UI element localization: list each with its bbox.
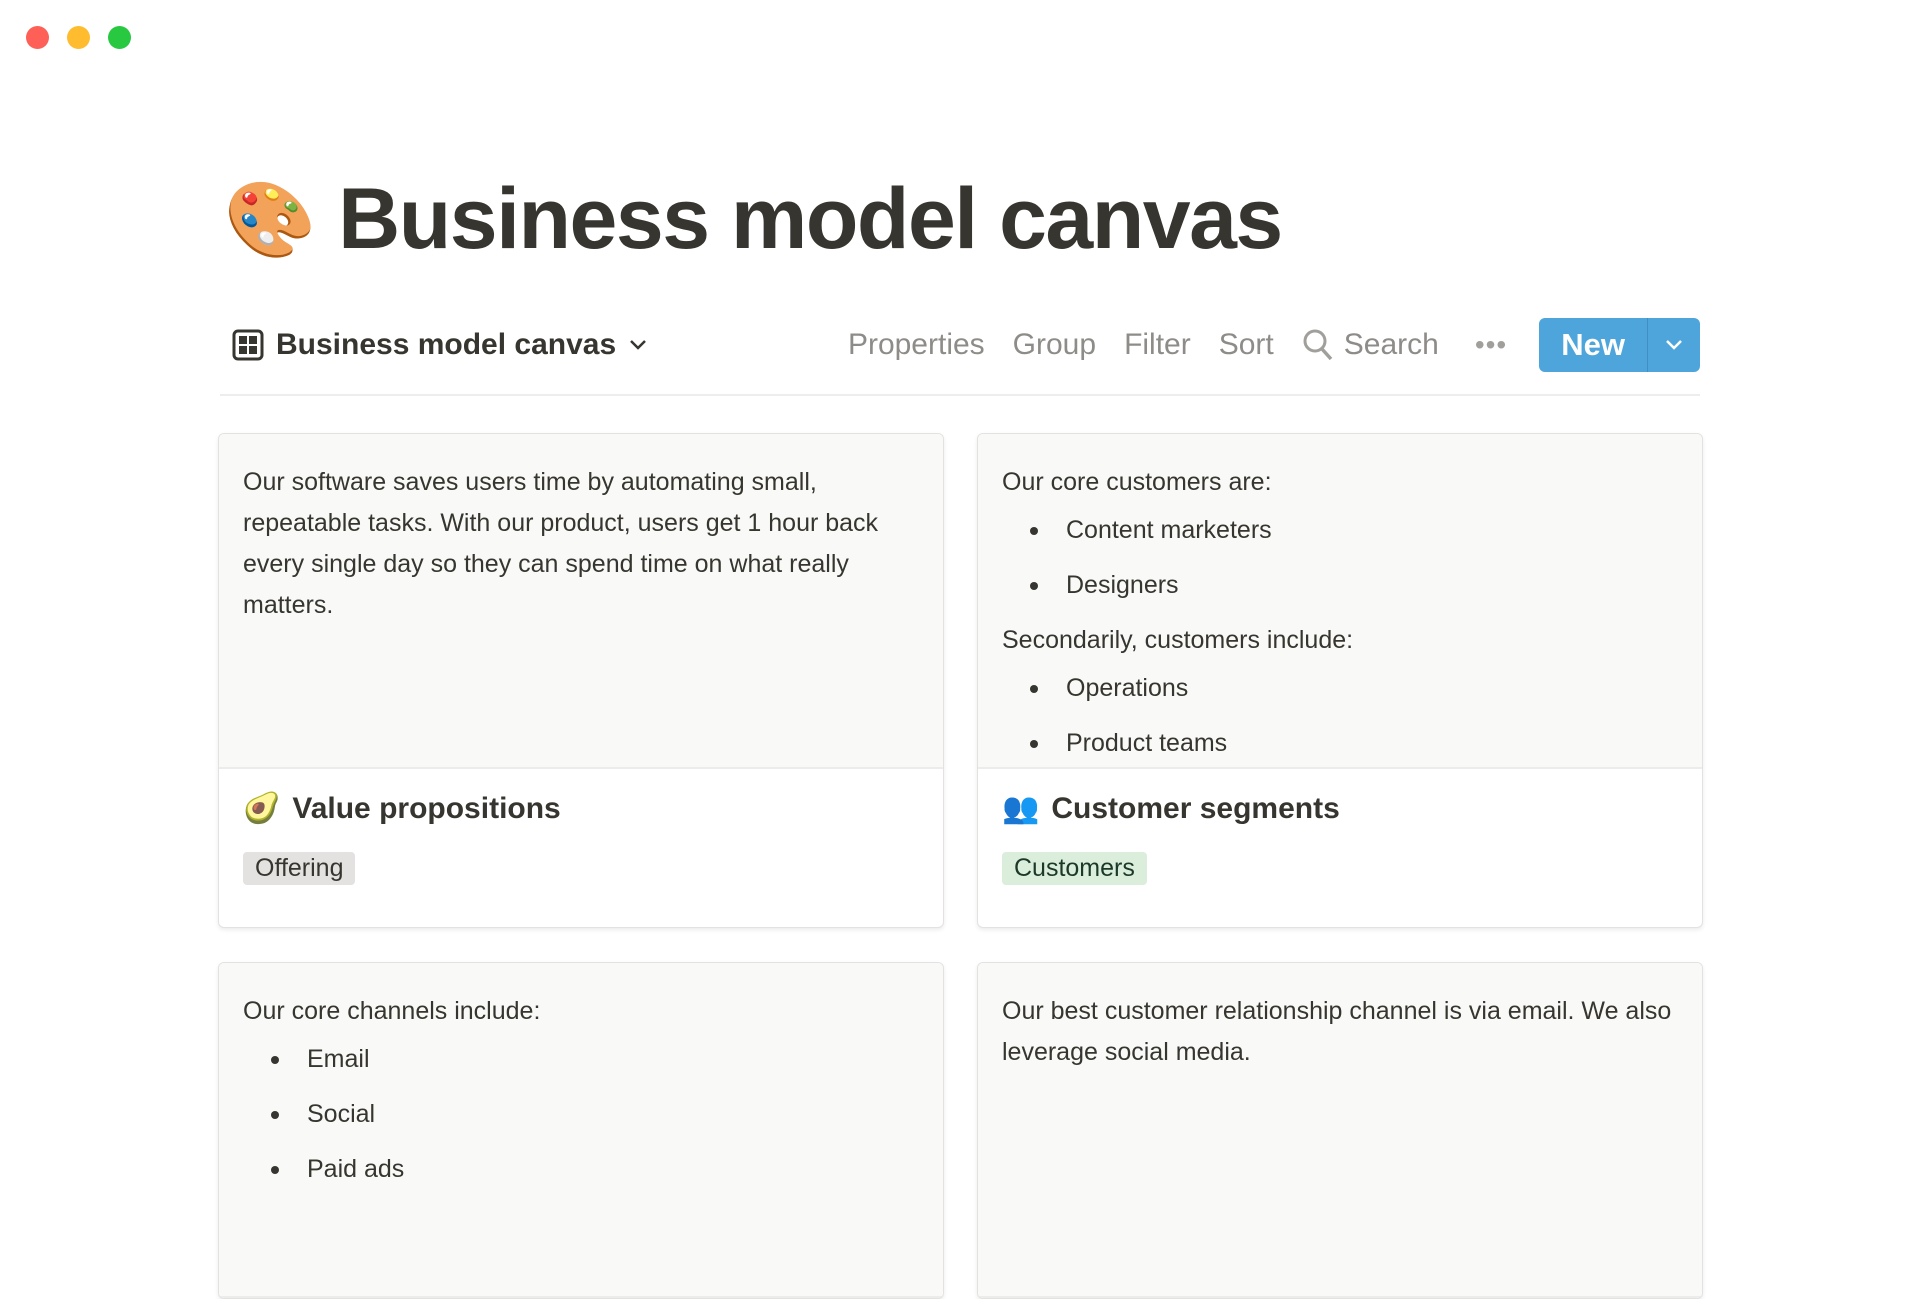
card-preview: Our core customers are: Content marketer… <box>978 434 1702 769</box>
people-icon: 👥 <box>1002 792 1040 825</box>
new-button[interactable]: New <box>1539 318 1648 372</box>
list-item: Paid ads <box>267 1149 919 1190</box>
tag-offering: Offering <box>243 852 356 885</box>
more-options-icon[interactable]: ••• <box>1453 329 1529 361</box>
sort-button[interactable]: Sort <box>1205 328 1288 362</box>
card-title-text: Value propositions <box>292 791 561 825</box>
minimize-window-button[interactable] <box>67 26 90 49</box>
chevron-down-icon <box>1666 340 1682 350</box>
page-title: Business model canvas <box>338 171 1283 267</box>
group-button[interactable]: Group <box>999 328 1110 362</box>
gallery-card-customer-segments[interactable]: Our core customers are: Content marketer… <box>977 433 1703 928</box>
card-preview: Our core channels include: Email Social Pa… <box>219 963 943 1298</box>
list-item: Product teams <box>1026 723 1678 764</box>
card-preview: Our software saves users time by automat… <box>219 434 943 769</box>
list-item: Designers <box>1026 565 1678 606</box>
properties-button[interactable]: Properties <box>834 328 999 362</box>
preview-text: Our core customers are: <box>1002 468 1272 496</box>
new-button-group: New <box>1539 318 1700 372</box>
preview-text: Our core channels include: <box>243 997 541 1025</box>
tag-customers: Customers <box>1002 852 1147 885</box>
database-toolbar: Business model canvas Properties Group F… <box>220 318 1700 396</box>
list-item: Content marketers <box>1026 510 1678 551</box>
card-preview: Our best customer relationship channel i… <box>978 963 1702 1298</box>
avocado-icon: 🥑 <box>243 792 281 825</box>
search-button[interactable]: Search <box>1288 328 1453 362</box>
view-name: Business model canvas <box>276 328 617 361</box>
preview-text: Secondarily, customers include: <box>1002 626 1354 654</box>
filter-button[interactable]: Filter <box>1110 328 1205 362</box>
window-controls <box>26 26 131 49</box>
list-item: Social <box>267 1094 919 1135</box>
view-selector[interactable]: Business model canvas <box>232 318 648 372</box>
gallery-icon <box>232 329 264 361</box>
card-title: 👥 Customer segments <box>1002 791 1678 826</box>
new-dropdown-button[interactable] <box>1648 318 1700 372</box>
card-title: 🥑 Value propositions <box>243 791 919 826</box>
list-item: Email <box>267 1039 919 1080</box>
chevron-down-icon <box>630 340 647 350</box>
close-window-button[interactable] <box>26 26 49 49</box>
palette-icon[interactable]: 🎨 <box>224 182 316 257</box>
page-header: 🎨 Business model canvas <box>224 170 1283 269</box>
gallery-card-channels[interactable]: Our core channels include: Email Social Pa… <box>218 962 944 1299</box>
search-label: Search <box>1343 328 1439 361</box>
maximize-window-button[interactable] <box>108 26 131 49</box>
gallery-card-value-propositions[interactable]: Our software saves users time by automat… <box>218 433 944 928</box>
preview-text: Our best customer relationship channel i… <box>1002 997 1672 1066</box>
preview-text: Our software saves users time by automat… <box>243 468 879 619</box>
card-title-text: Customer segments <box>1051 791 1340 825</box>
gallery-card-customer-relationships[interactable]: Our best customer relationship channel i… <box>977 962 1703 1299</box>
list-item: Operations <box>1026 668 1678 709</box>
search-icon <box>1303 329 1333 361</box>
